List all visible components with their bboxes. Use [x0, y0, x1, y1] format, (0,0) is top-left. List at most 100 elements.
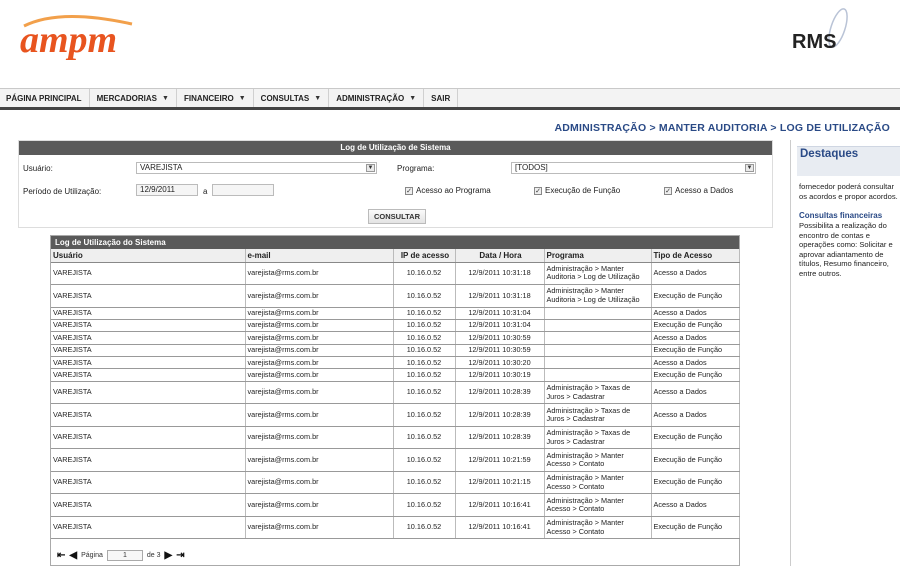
next-page-icon[interactable]: ▶ — [165, 550, 173, 561]
checkbox-checked-icon[interactable]: ✓ — [664, 186, 672, 195]
caret-down-icon: ▼ — [409, 94, 417, 102]
cell-tipo: Acesso a Dados — [651, 493, 740, 517]
cell-email: varejista@rms.com.br — [245, 403, 394, 427]
table-header-row: Usuário e-mail IP de acesso Data / Hora … — [51, 249, 740, 263]
cell-data: 12/9/2011 10:16:41 — [455, 516, 545, 540]
cell-usuario: VAREJISTA — [51, 516, 246, 540]
first-page-icon[interactable]: ⇤ — [57, 550, 65, 561]
nav-label: FINANCEIRO — [183, 93, 234, 103]
cell-programa — [544, 344, 652, 358]
periodo-end-input[interactable] — [212, 184, 274, 196]
table-row: VAREJISTA varejista@rms.com.br 10.16.0.52 1… — [51, 516, 740, 540]
filter-title: Log de Utilização de Sistema — [19, 141, 772, 155]
consultar-button[interactable]: CONSULTAR — [368, 209, 426, 224]
cell-data: 12/9/2011 10:31:18 — [455, 284, 545, 308]
programa-select[interactable]: [TODOS] ▼ — [511, 162, 756, 174]
cell-programa — [544, 356, 652, 370]
cell-usuario: VAREJISTA — [51, 493, 246, 517]
prev-page-icon[interactable]: ◀ — [69, 550, 77, 561]
checkbox-acesso-dados[interactable]: ✓ Acesso a Dados — [664, 186, 733, 195]
cell-usuario: VAREJISTA — [51, 262, 246, 285]
main-nav: PÁGINA PRINCIPAL MERCADORIAS ▼ FINANCEIRO… — [0, 88, 900, 110]
cell-email: varejista@rms.com.br — [245, 262, 394, 285]
cell-tipo: Execução de Função — [651, 471, 740, 495]
cell-ip: 10.16.0.52 — [393, 426, 456, 450]
nav-consultas[interactable]: CONSULTAS ▼ — [254, 89, 330, 107]
cell-tipo: Execução de Função — [651, 448, 740, 472]
cell-ip: 10.16.0.52 — [393, 307, 456, 320]
dropdown-arrow-icon[interactable]: ▼ — [745, 164, 754, 172]
filter-panel: Log de Utilização de Sistema Usuário: VA… — [18, 140, 773, 228]
cell-programa: Administração > Manter Acesso > Contato — [544, 471, 652, 495]
column-header: IP de acesso — [393, 249, 456, 263]
cell-ip: 10.16.0.52 — [393, 471, 456, 495]
cell-programa: Administração > Taxas de Juros > Cadastr… — [544, 426, 652, 450]
table-row: VAREJISTA varejista@rms.com.br 10.16.0.52 1… — [51, 344, 740, 358]
sidebar-text-2: Possibilita a realização do encontro de … — [799, 221, 893, 278]
cell-email: varejista@rms.com.br — [245, 516, 394, 540]
log-title: Log de Utilização do Sistema — [51, 236, 739, 249]
nav-pagina-principal[interactable]: PÁGINA PRINCIPAL — [0, 89, 90, 107]
cell-ip: 10.16.0.52 — [393, 448, 456, 472]
table-row: VAREJISTA varejista@rms.com.br 10.16.0.52 1… — [51, 284, 740, 308]
cell-tipo: Acesso a Dados — [651, 331, 740, 345]
checkbox-checked-icon[interactable]: ✓ — [534, 186, 542, 195]
cell-data: 12/9/2011 10:31:18 — [455, 262, 545, 285]
cell-programa — [544, 319, 652, 333]
cell-programa — [544, 307, 652, 320]
cell-ip: 10.16.0.52 — [393, 356, 456, 370]
table-row: VAREJISTA varejista@rms.com.br 10.16.0.52 1… — [51, 319, 740, 333]
checkbox-label: Acesso ao Programa — [416, 186, 491, 195]
cell-tipo: Acesso a Dados — [651, 307, 740, 320]
checkbox-execucao-funcao[interactable]: ✓ Execução de Função — [534, 186, 620, 195]
checkbox-label: Acesso a Dados — [675, 186, 734, 195]
cell-email: varejista@rms.com.br — [245, 448, 394, 472]
table-row: VAREJISTA varejista@rms.com.br 10.16.0.52 1… — [51, 426, 740, 450]
cell-data: 12/9/2011 10:21:15 — [455, 471, 545, 495]
nav-financeiro[interactable]: FINANCEIRO ▼ — [177, 89, 254, 107]
rms-logo-text: RMS — [792, 31, 836, 52]
cell-email: varejista@rms.com.br — [245, 356, 394, 370]
pager: ⇤ ◀ Página 1 de 3 ▶ ⇥ — [51, 546, 739, 564]
checkbox-label: Execução de Função — [545, 186, 621, 195]
cell-tipo: Execução de Função — [651, 284, 740, 308]
cell-email: varejista@rms.com.br — [245, 344, 394, 358]
nav-sair[interactable]: SAIR — [424, 89, 459, 107]
cell-data: 12/9/2011 10:28:39 — [455, 381, 545, 405]
column-header: e-mail — [245, 249, 394, 263]
cell-data: 12/9/2011 10:16:41 — [455, 493, 545, 517]
cell-usuario: VAREJISTA — [51, 284, 246, 308]
sidebar-title: Destaques — [800, 148, 859, 160]
cell-usuario: VAREJISTA — [51, 368, 246, 382]
table-row: VAREJISTA varejista@rms.com.br 10.16.0.52 1… — [51, 331, 740, 345]
nav-label: PÁGINA PRINCIPAL — [6, 93, 82, 103]
caret-down-icon: ▼ — [162, 94, 169, 102]
rms-logo[interactable]: RMS — [790, 8, 870, 52]
last-page-icon[interactable]: ⇥ — [176, 550, 184, 561]
cell-tipo: Execução de Função — [651, 516, 740, 540]
table-row: VAREJISTA varejista@rms.com.br 10.16.0.52 1… — [51, 471, 740, 495]
table-row: VAREJISTA varejista@rms.com.br 10.16.0.52 1… — [51, 448, 740, 472]
cell-email: varejista@rms.com.br — [245, 381, 394, 405]
table-row: VAREJISTA varejista@rms.com.br 10.16.0.52 1… — [51, 356, 740, 370]
cell-email: varejista@rms.com.br — [245, 493, 394, 517]
page-number-input[interactable]: 1 — [106, 549, 143, 561]
ampm-logo[interactable]: ampm — [20, 12, 160, 64]
dropdown-arrow-icon[interactable]: ▼ — [366, 164, 375, 172]
usuario-select[interactable]: VAREJISTA ▼ — [136, 162, 377, 174]
cell-tipo: Acesso a Dados — [651, 262, 740, 285]
checkbox-acesso-programa[interactable]: ✓ Acesso ao Programa — [405, 186, 491, 195]
nav-mercadorias[interactable]: MERCADORIAS ▼ — [90, 89, 177, 107]
periodo-start-input[interactable]: 12/9/2011 — [136, 184, 198, 196]
cell-email: varejista@rms.com.br — [245, 426, 394, 450]
cell-ip: 10.16.0.52 — [393, 331, 456, 345]
cell-usuario: VAREJISTA — [51, 331, 246, 345]
cell-ip: 10.16.0.52 — [393, 368, 456, 382]
table-row: VAREJISTA varejista@rms.com.br 10.16.0.52 1… — [51, 307, 740, 320]
nav-label: SAIR — [431, 93, 451, 103]
nav-administracao[interactable]: ADMINISTRAÇÃO ▼ — [329, 89, 425, 107]
column-header: Usuário — [51, 249, 246, 263]
sidebar-link-consultas[interactable]: Consultas financeiras — [799, 211, 882, 220]
caret-down-icon: ▼ — [238, 94, 246, 102]
checkbox-checked-icon[interactable]: ✓ — [405, 186, 413, 195]
